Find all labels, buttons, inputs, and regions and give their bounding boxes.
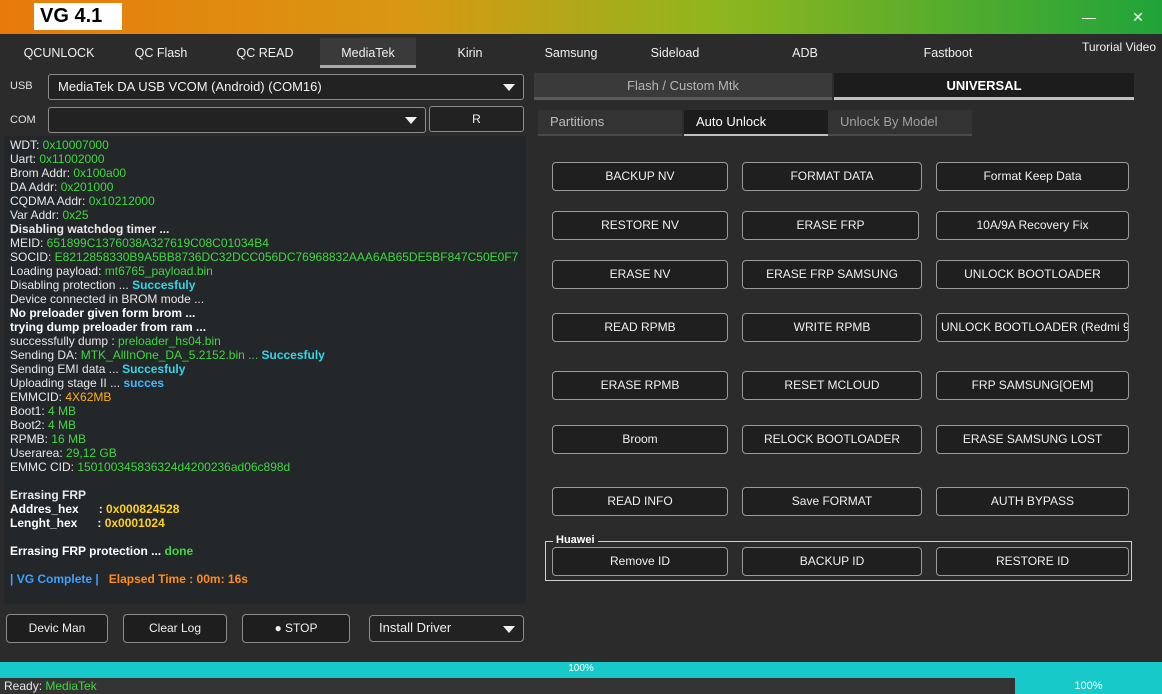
refresh-button[interactable]: R <box>429 106 524 132</box>
title-bar: VG 4.1 — ✕ <box>0 0 1162 34</box>
tutorial-video-link[interactable]: Turorial Video <box>1082 40 1156 54</box>
log-line: Loading payload: mt6765_payload.bin <box>10 264 213 278</box>
tab-fastboot[interactable]: Fastboot <box>908 38 988 68</box>
log-line: Uart: 0x11002000 <box>10 152 105 166</box>
save-format-button[interactable]: Save FORMAT <box>742 487 922 516</box>
chevron-down-icon <box>503 626 515 633</box>
log-line: Boot1: 4 MB <box>10 404 77 418</box>
log-line: Errasing FRP protection ... done <box>10 544 194 558</box>
clear-log-button[interactable]: Clear Log <box>123 614 227 643</box>
com-label: COM <box>10 114 36 126</box>
log-line: trying dump preloader from ram ... <box>10 320 207 334</box>
tab-sideload[interactable]: Sideload <box>635 38 715 68</box>
log-line: SOCID: E8212858330B9A5BB8736DC32DCC056DC… <box>10 250 519 264</box>
tab-qc-read[interactable]: QC READ <box>220 38 310 68</box>
log-line: RPMB: 16 MB <box>10 432 87 446</box>
log-line: MEID: 651899C1376038A327619C08C01034B4 <box>10 236 269 250</box>
log-line: Userarea: 29,12 GB <box>10 446 117 460</box>
log-line: EMMC CID: 150100345836324d4200236ad06c89… <box>10 460 291 474</box>
status-ready: Ready: <box>4 679 46 693</box>
erase-frp-button[interactable]: ERASE FRP <box>742 211 919 240</box>
frp-samsung-oem-button[interactable]: FRP SAMSUNG[OEM] <box>936 371 1129 400</box>
restore-nv-button[interactable]: RESTORE NV <box>552 211 728 240</box>
erase-samsung-lost-button[interactable]: ERASE SAMSUNG LOST <box>936 425 1129 454</box>
log-line: Sending DA: MTK_AllInOne_DA_5.2152.bin .… <box>10 348 325 362</box>
tab-adb[interactable]: ADB <box>770 38 840 68</box>
close-icon[interactable]: ✕ <box>1127 6 1149 28</box>
backup-id-button[interactable]: BACKUP ID <box>742 547 922 576</box>
com-select[interactable] <box>48 107 426 133</box>
log-line: successfully dump : preloader_hs04.bin <box>10 334 221 348</box>
log-line: Lenght_hex : 0x0001024 <box>10 516 165 530</box>
tab-qcunlock[interactable]: QCUNLOCK <box>14 38 104 68</box>
tab-mediatek[interactable]: MediaTek <box>320 38 416 68</box>
broom-button[interactable]: Broom <box>552 425 728 454</box>
device-manager-button[interactable]: Devic Man <box>6 614 108 643</box>
write-rpmb-button[interactable]: WRITE RPMB <box>742 313 922 342</box>
tab-samsung[interactable]: Samsung <box>530 38 612 68</box>
log-line: DA Addr: 0x201000 <box>10 180 114 194</box>
tab-universal[interactable]: UNIVERSAL <box>834 73 1134 100</box>
install-driver-value: Install Driver <box>379 620 452 635</box>
erase-nv-button[interactable]: ERASE NV <box>552 260 728 289</box>
tab-qc-flash[interactable]: QC Flash <box>118 38 204 68</box>
backup-nv-button[interactable]: BACKUP NV <box>552 162 728 191</box>
log-line: No preloader given form brom ... <box>10 306 196 320</box>
usb-select-value: MediaTek DA USB VCOM (Android) (COM16) <box>58 79 322 94</box>
log-line: CQDMA Addr: 0x10212000 <box>10 194 155 208</box>
log-line: Disabling watchdog timer ... <box>10 222 170 236</box>
main-tabs: QCUNLOCK QC Flash QC READ MediaTek Kirin… <box>0 38 1162 68</box>
format-data-button[interactable]: FORMAT DATA <box>742 162 922 191</box>
log-console[interactable]: WDT: 0x10007000 Uart: 0x11002000 Brom Ad… <box>4 136 526 604</box>
format-keep-data-button[interactable]: Format Keep Data <box>936 162 1129 191</box>
log-line: EMMCID: 4X62MB <box>10 390 112 404</box>
relock-bootloader-button[interactable]: RELOCK BOOTLOADER <box>742 425 922 454</box>
log-line: | VG Complete | Elapsed Time : 00m: 16s <box>10 572 248 586</box>
unlock-bootloader-redmi-button[interactable]: UNLOCK BOOTLOADER (Redmi 9A <box>936 313 1129 342</box>
erase-frp-samsung-button[interactable]: ERASE FRP SAMSUNG <box>742 260 922 289</box>
log-line: Uploading stage II ... succes <box>10 376 165 390</box>
minimize-icon[interactable]: — <box>1078 6 1100 28</box>
log-line: Addres_hex : 0x000824528 <box>10 502 180 516</box>
remove-id-button[interactable]: Remove ID <box>552 547 728 576</box>
log-line: Disabling protection ... Succesfuly <box>10 278 196 292</box>
subtab-partitions[interactable]: Partitions <box>538 110 682 136</box>
auth-bypass-button[interactable]: AUTH BYPASS <box>936 487 1129 516</box>
restore-id-button[interactable]: RESTORE ID <box>936 547 1129 576</box>
main-progress-text: 100% <box>568 663 594 674</box>
subtab-auto-unlock[interactable]: Auto Unlock <box>684 110 828 136</box>
log-line: Brom Addr: 0x100a00 <box>10 166 127 180</box>
subtab-unlock-by-model[interactable]: Unlock By Model <box>828 110 972 136</box>
secondary-progress-bar: 100% <box>1015 678 1162 694</box>
stop-button[interactable]: ● STOP <box>242 614 350 643</box>
log-line: Sending EMI data ... Succesfuly <box>10 362 186 376</box>
usb-select[interactable]: MediaTek DA USB VCOM (Android) (COM16) <box>48 74 524 100</box>
unlock-bootloader-button[interactable]: UNLOCK BOOTLOADER <box>936 260 1129 289</box>
chevron-down-icon <box>405 117 417 124</box>
log-line: Boot2: 4 MB <box>10 418 77 432</box>
usb-label: USB <box>10 80 33 92</box>
reset-mcloud-button[interactable]: RESET MCLOUD <box>742 371 922 400</box>
log-spacer <box>10 474 520 488</box>
erase-rpmb-button[interactable]: ERASE RPMB <box>552 371 728 400</box>
main-progress-bar: 100% <box>0 662 1162 678</box>
chevron-down-icon <box>503 84 515 91</box>
log-line: Var Addr: 0x25 <box>10 208 89 222</box>
status-bar: Ready: MediaTek 100% <box>0 678 1162 694</box>
log-spacer <box>10 530 520 544</box>
app-title: VG 4.1 <box>34 3 122 30</box>
status-mode: MediaTek <box>45 679 97 693</box>
read-info-button[interactable]: READ INFO <box>552 487 728 516</box>
log-spacer <box>10 558 520 572</box>
install-driver-select[interactable]: Install Driver <box>369 615 524 642</box>
tab-kirin[interactable]: Kirin <box>430 38 510 68</box>
read-rpmb-button[interactable]: READ RPMB <box>552 313 728 342</box>
recovery-fix-button[interactable]: 10A/9A Recovery Fix <box>936 211 1129 240</box>
log-line: WDT: 0x10007000 <box>10 138 109 152</box>
log-line: Device connected in BROM mode ... <box>10 292 205 306</box>
tab-flash-custom-mtk[interactable]: Flash / Custom Mtk <box>534 73 832 100</box>
log-line: Errasing FRP <box>10 488 87 502</box>
huawei-group-label: Huawei <box>553 534 598 546</box>
